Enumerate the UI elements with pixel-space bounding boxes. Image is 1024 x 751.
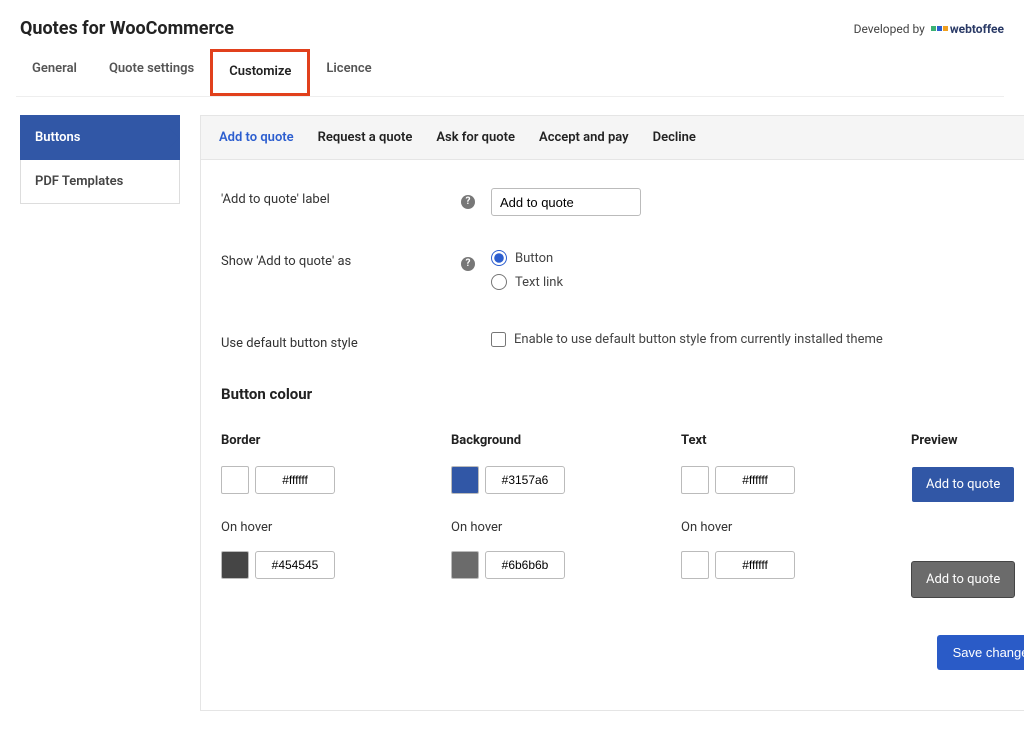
help-icon[interactable]: ? bbox=[461, 195, 475, 209]
preview-button-hover: Add to quote bbox=[911, 561, 1015, 598]
swatch-text[interactable] bbox=[681, 466, 709, 494]
radio-text-link-label: Text link bbox=[515, 275, 563, 290]
label-text-hover: On hover bbox=[681, 520, 851, 535]
input-background-hover[interactable] bbox=[485, 551, 565, 579]
tab-quote-settings[interactable]: Quote settings bbox=[93, 49, 210, 96]
save-button[interactable]: Save changes bbox=[937, 635, 1024, 670]
label-border-hover: On hover bbox=[221, 520, 391, 535]
swatch-text-hover[interactable] bbox=[681, 551, 709, 579]
label-text: Text bbox=[681, 433, 851, 448]
developed-by-label: Developed by bbox=[854, 22, 925, 36]
swatch-background-hover[interactable] bbox=[451, 551, 479, 579]
checkbox-default-style-label: Enable to use default button style from … bbox=[514, 332, 883, 347]
tab-customize[interactable]: Customize bbox=[210, 49, 310, 96]
label-border: Border bbox=[221, 433, 391, 448]
webtoffee-text: webtoffee bbox=[950, 22, 1004, 36]
label-default-style: Use default button style bbox=[221, 332, 461, 351]
input-text-hover[interactable] bbox=[715, 551, 795, 579]
webtoffee-logo[interactable]: webtoffee bbox=[931, 22, 1004, 36]
top-tabs: General Quote settings Customize Licence bbox=[16, 49, 1004, 97]
webtoffee-icon bbox=[931, 26, 948, 31]
preview-button: Add to quote bbox=[911, 466, 1015, 503]
developed-by: Developed by webtoffee bbox=[854, 22, 1004, 36]
label-add-to-quote-label: 'Add to quote' label bbox=[221, 188, 461, 207]
tab-licence[interactable]: Licence bbox=[310, 49, 387, 96]
subtab-accept-and-pay[interactable]: Accept and pay bbox=[539, 130, 629, 145]
sidebar-item-pdf-templates[interactable]: PDF Templates bbox=[20, 160, 180, 204]
sidebar-item-buttons[interactable]: Buttons bbox=[20, 115, 180, 160]
swatch-border[interactable] bbox=[221, 466, 249, 494]
radio-button-label: Button bbox=[515, 251, 553, 266]
subtab-ask-for-quote[interactable]: Ask for quote bbox=[436, 130, 515, 145]
swatch-background[interactable] bbox=[451, 466, 479, 494]
label-preview: Preview bbox=[911, 433, 1024, 448]
subtab-request-a-quote[interactable]: Request a quote bbox=[318, 130, 413, 145]
label-background-hover: On hover bbox=[451, 520, 621, 535]
help-icon[interactable]: ? bbox=[461, 257, 475, 271]
sidebar: Buttons PDF Templates bbox=[20, 115, 180, 711]
subtab-decline[interactable]: Decline bbox=[653, 130, 696, 145]
section-button-colour: Button colour bbox=[221, 385, 1024, 403]
subtab-add-to-quote[interactable]: Add to quote bbox=[219, 130, 294, 145]
page-title: Quotes for WooCommerce bbox=[20, 18, 234, 39]
input-text[interactable] bbox=[715, 466, 795, 494]
main-panel: Add to quote Request a quote Ask for quo… bbox=[200, 115, 1024, 711]
radio-button[interactable] bbox=[491, 250, 507, 266]
tab-general[interactable]: General bbox=[16, 49, 93, 96]
add-to-quote-label-input[interactable] bbox=[491, 188, 641, 216]
swatch-border-hover[interactable] bbox=[221, 551, 249, 579]
input-border-hover[interactable] bbox=[255, 551, 335, 579]
input-border[interactable] bbox=[255, 466, 335, 494]
label-background: Background bbox=[451, 433, 621, 448]
radio-text-link[interactable] bbox=[491, 274, 507, 290]
label-show-as: Show 'Add to quote' as bbox=[221, 250, 461, 269]
checkbox-default-style[interactable] bbox=[491, 332, 506, 347]
button-subtabs: Add to quote Request a quote Ask for quo… bbox=[201, 116, 1024, 160]
input-background[interactable] bbox=[485, 466, 565, 494]
